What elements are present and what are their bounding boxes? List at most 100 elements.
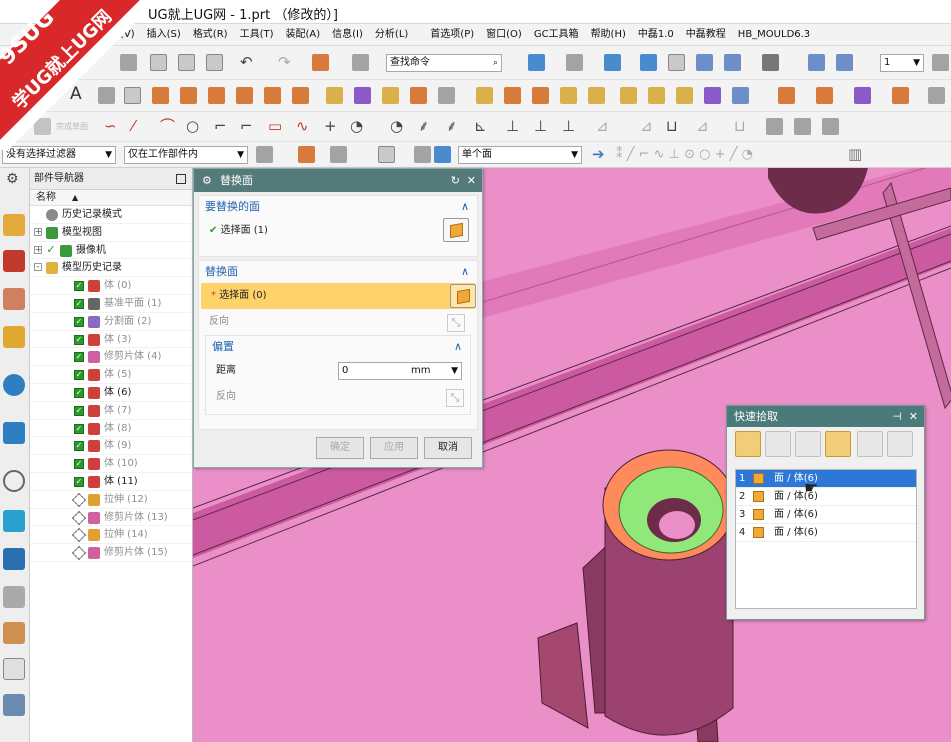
snap-point-settings-icon[interactable]: ▥ [848, 146, 862, 163]
tree-row[interactable]: ✓ 体 (0) [30, 277, 192, 295]
properties-icon[interactable] [3, 694, 25, 716]
convert-reference-icon[interactable]: ⊿ [640, 118, 653, 135]
dimension-icon[interactable]: ⊥ [562, 118, 575, 135]
paste-icon[interactable] [206, 54, 223, 71]
reattach-icon[interactable] [794, 118, 811, 135]
tree-row[interactable]: ✓ 体 (11) [30, 473, 192, 491]
subtract-icon[interactable] [854, 87, 871, 104]
select-face-row[interactable]: ✔ 选择面 (1) [199, 218, 477, 244]
snap-point-icons[interactable]: ⁑ ╱ ⌐ ∿ ⊥ ⊙ ○ + ╱ ◔ [616, 146, 753, 163]
visibility-checkbox[interactable]: ✓ [74, 281, 84, 292]
tree-row[interactable]: + ✓ 摄像机 [30, 242, 192, 260]
visibility-checkbox[interactable]: ✓ [74, 441, 84, 452]
part-navigator-icon[interactable] [3, 288, 25, 310]
layer-settings-icon[interactable] [932, 54, 949, 71]
tree-row[interactable]: - 模型历史记录 [30, 259, 192, 278]
menu-format[interactable]: 格式(R) [187, 24, 234, 46]
navigator-column-header[interactable]: 名称 ▲ [30, 190, 192, 206]
tree-row[interactable]: 历史记录模式 [30, 206, 192, 224]
quick-pick-row[interactable]: 2面 / 体(6) [736, 488, 916, 506]
view-orient-2-icon[interactable] [724, 54, 741, 71]
edge-blend-icon[interactable] [588, 87, 605, 104]
menu-tools[interactable]: 工具(T) [234, 24, 280, 46]
profile-icon[interactable]: ∽ [104, 118, 117, 135]
extrude-icon[interactable] [152, 87, 169, 104]
save-icon[interactable] [120, 54, 137, 71]
trim-body-icon[interactable] [504, 87, 521, 104]
collapse-icon[interactable]: - [34, 263, 42, 272]
visibility-checkbox[interactable]: ✓ [74, 387, 84, 398]
reuse-library-icon[interactable] [3, 326, 25, 348]
face-rule-select[interactable]: 单个面 ▼ [458, 146, 582, 164]
tree-row[interactable]: 拉伸 (12) [30, 491, 192, 509]
cancel-button[interactable]: 取消 [424, 437, 472, 459]
wireframe-icon[interactable] [668, 54, 685, 71]
render-style-icon[interactable] [566, 54, 583, 71]
close-icon[interactable]: ✕ [467, 169, 476, 192]
tree-row[interactable]: ✓ 体 (7) [30, 402, 192, 420]
line-icon[interactable]: ⁄ [132, 118, 135, 135]
finish-sketch-icon[interactable] [34, 118, 51, 135]
pattern-curve-icon[interactable]: ◔ [390, 118, 403, 135]
faces-filter-icon[interactable] [857, 431, 883, 457]
bodies-filter-icon[interactable] [825, 431, 851, 457]
visibility-checkbox[interactable]: ✓ [74, 459, 84, 470]
menu-view[interactable]: (V) [0, 24, 141, 46]
apply-button[interactable]: 应用 [370, 437, 418, 459]
maximize-icon[interactable] [176, 174, 186, 184]
assembly-navigator-icon[interactable] [3, 214, 25, 236]
iso-view-icon[interactable] [640, 54, 657, 71]
scope-filter-select[interactable]: 仅在工作部件内 ▼ [124, 146, 248, 164]
tree-row[interactable]: 修剪片体 (15) [30, 544, 192, 562]
tree-row[interactable]: ✓ 修剪片体 (4) [30, 348, 192, 367]
menu-assembly[interactable]: 装配(A) [280, 24, 327, 46]
tree-row[interactable]: ✓ 体 (5) [30, 366, 192, 384]
visibility-checkbox[interactable]: ✓ [74, 316, 84, 327]
select-bodies-icon[interactable] [414, 146, 431, 163]
reset-icon[interactable]: ↻ [451, 169, 460, 192]
sew-icon[interactable] [928, 87, 945, 104]
mirror-icon[interactable] [382, 87, 399, 104]
boolean-icon[interactable] [410, 87, 427, 104]
menu-help[interactable]: 帮助(H) [585, 24, 632, 46]
settings-icon[interactable]: ⚙ [6, 171, 19, 188]
command-search-input[interactable]: 查找命令 ⌕ [386, 54, 502, 72]
select-icon[interactable] [298, 146, 315, 163]
intersect-icon[interactable] [892, 87, 909, 104]
update-model-icon[interactable] [822, 118, 839, 135]
face-cube-icon[interactable] [443, 218, 469, 242]
cone-icon[interactable] [264, 87, 281, 104]
reverse-direction-icon[interactable]: ⤡ [447, 314, 465, 332]
alternate-solution-icon[interactable]: ⊔ [666, 118, 678, 135]
section-header[interactable]: 替换面 ∧ [199, 261, 477, 283]
view-orient-icon[interactable] [696, 54, 713, 71]
close-icon[interactable]: ✕ [909, 406, 918, 427]
filter-settings-icon[interactable] [256, 146, 273, 163]
reverse-direction-icon[interactable]: ⤡ [446, 389, 464, 407]
web-browser-icon[interactable] [3, 374, 25, 396]
face-cube-icon[interactable] [450, 284, 476, 308]
visibility-checkbox[interactable]: ✓ [74, 334, 84, 345]
tree-row[interactable]: + 模型视图 [30, 224, 192, 242]
selection-box-icon[interactable] [378, 146, 395, 163]
unite-icon[interactable] [816, 87, 833, 104]
expand-icon[interactable]: + [34, 227, 42, 236]
visibility-checkbox[interactable]: ✓ [74, 423, 84, 434]
visibility-checkbox[interactable]: ✓ [74, 405, 84, 416]
auto-constraint-icon[interactable]: ⊥ [534, 118, 547, 135]
part-icon[interactable] [312, 54, 329, 71]
palette-icon[interactable] [3, 622, 25, 644]
move-face-icon[interactable] [732, 87, 749, 104]
clock-icon[interactable] [3, 470, 25, 492]
distance-input[interactable]: 0 mm ▼ [338, 362, 462, 380]
tree-row[interactable]: ✓ 体 (8) [30, 420, 192, 438]
sweep-icon[interactable] [326, 87, 343, 104]
section-header[interactable]: 偏置 ∧ [206, 336, 470, 358]
fillet-icon[interactable]: ⌐ [214, 118, 227, 135]
offset-curve-icon[interactable]: ◔ [350, 118, 363, 135]
shell-icon[interactable] [476, 87, 493, 104]
chamfer-icon[interactable] [620, 87, 637, 104]
menu-info[interactable]: 信息(I) [326, 24, 369, 46]
all-objects-icon[interactable] [735, 431, 761, 457]
arrow-right-icon[interactable]: ➔ [592, 146, 605, 163]
